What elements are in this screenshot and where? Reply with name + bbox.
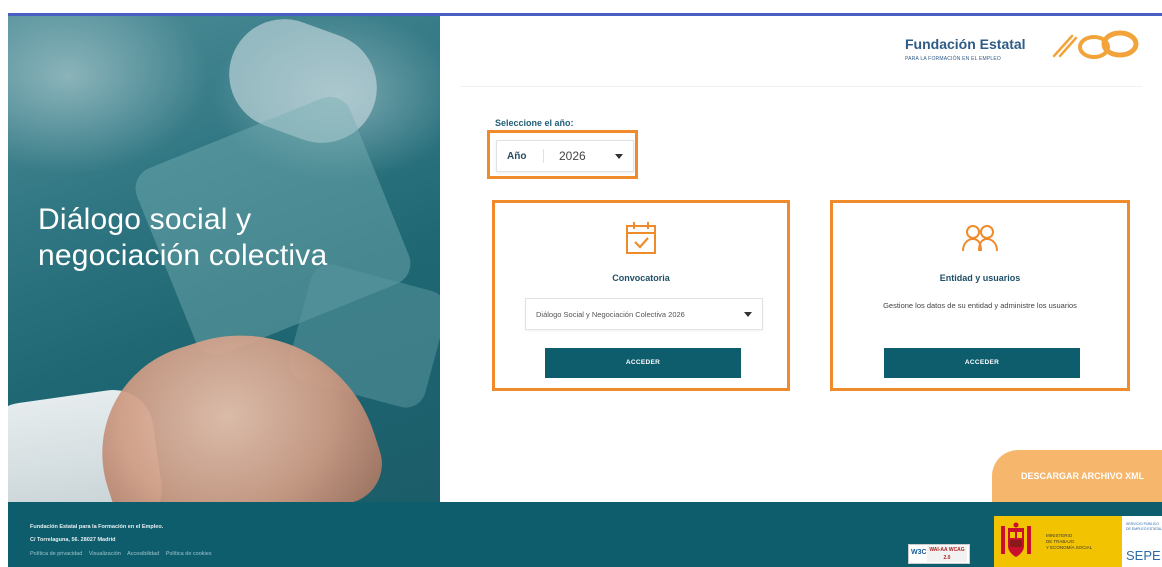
hero-title: Diálogo social y negociación colectiva	[38, 202, 438, 274]
footer-organization: Fundación Estatal para la Formación en e…	[30, 524, 164, 530]
hero-image: Diálogo social y negociación colectiva	[8, 16, 440, 502]
card-title: Entidad y usuarios	[939, 273, 1021, 283]
year-field-name: Año	[507, 151, 527, 162]
footer-link-cookies[interactable]: Política de cookies	[166, 551, 212, 557]
ministry-logo[interactable]: MINISTERIO DE TRABAJO Y ECONOMÍA SOCIAL	[994, 516, 1122, 567]
ministry-name: MINISTERIO DE TRABAJO Y ECONOMÍA SOCIAL	[1046, 533, 1093, 550]
users-icon	[962, 225, 998, 252]
hero-title-line2: negociación colectiva	[38, 239, 328, 272]
card-convocatoria: Convocatoria Diálogo Social y Negociació…	[492, 200, 790, 391]
sepe-name: SEPE	[1126, 548, 1161, 563]
logo-subtitle: PARA LA FORMACIÓN EN EL EMPLEO	[905, 56, 1002, 62]
year-separator	[543, 149, 544, 163]
header-divider	[460, 86, 1142, 87]
access-entidad-button[interactable]: ACCEDER	[884, 348, 1080, 378]
convocatoria-select[interactable]: Diálogo Social y Negociación Colectiva 2…	[525, 298, 763, 330]
coat-of-arms-icon	[1001, 522, 1031, 557]
footer: Fundación Estatal para la Formación en e…	[8, 502, 1162, 567]
sepe-subtitle: SERVICIO PÚBLICO DE EMPLEO ESTATAL	[1126, 522, 1162, 531]
logo-mark-icon	[1052, 30, 1139, 59]
footer-link-privacy[interactable]: Política de privacidad	[30, 551, 82, 557]
card-title: Convocatoria	[612, 273, 670, 283]
footer-link-accessibility[interactable]: Accesibilidad	[127, 551, 159, 557]
chevron-down-icon	[615, 154, 623, 159]
footer-link-visualization[interactable]: Visualización	[89, 551, 121, 557]
wcag-label: WAI-AA WCAG 2.0	[927, 546, 967, 562]
hero-title-line1: Diálogo social y	[38, 203, 252, 236]
window-left-margin	[0, 14, 8, 567]
window-top-margin	[0, 0, 1162, 14]
w3c-logo: W3C	[911, 549, 927, 556]
footer-links: Política de privacidad Visualización Acc…	[30, 551, 217, 557]
footer-address: C/ Torrelaguna, 56. 28027 Madrid	[30, 537, 116, 543]
convocatoria-select-value: Diálogo Social y Negociación Colectiva 2…	[536, 310, 685, 319]
year-label: Seleccione el año:	[495, 118, 574, 128]
w3c-wcag-badge[interactable]: W3C WAI-AA WCAG 2.0	[908, 544, 970, 564]
card-description: Gestione los datos de su entidad y admin…	[883, 301, 1077, 310]
chevron-down-icon	[744, 312, 752, 317]
logo-name: Fundación Estatal	[905, 36, 1026, 52]
year-value: 2026	[559, 149, 586, 163]
calendar-check-icon	[626, 222, 656, 254]
card-entidad-usuarios: Entidad y usuarios Gestione los datos de…	[830, 200, 1130, 391]
download-xml-button[interactable]: DESCARGAR ARCHIVO XML	[992, 450, 1162, 502]
year-select[interactable]: Año 2026	[496, 140, 634, 172]
sepe-logo[interactable]: SERVICIO PÚBLICO DE EMPLEO ESTATAL SEPE	[1122, 516, 1162, 567]
access-convocatoria-button[interactable]: ACCEDER	[545, 348, 741, 378]
fundae-logo[interactable]: Fundación Estatal PARA LA FORMACIÓN EN E…	[905, 30, 1145, 70]
